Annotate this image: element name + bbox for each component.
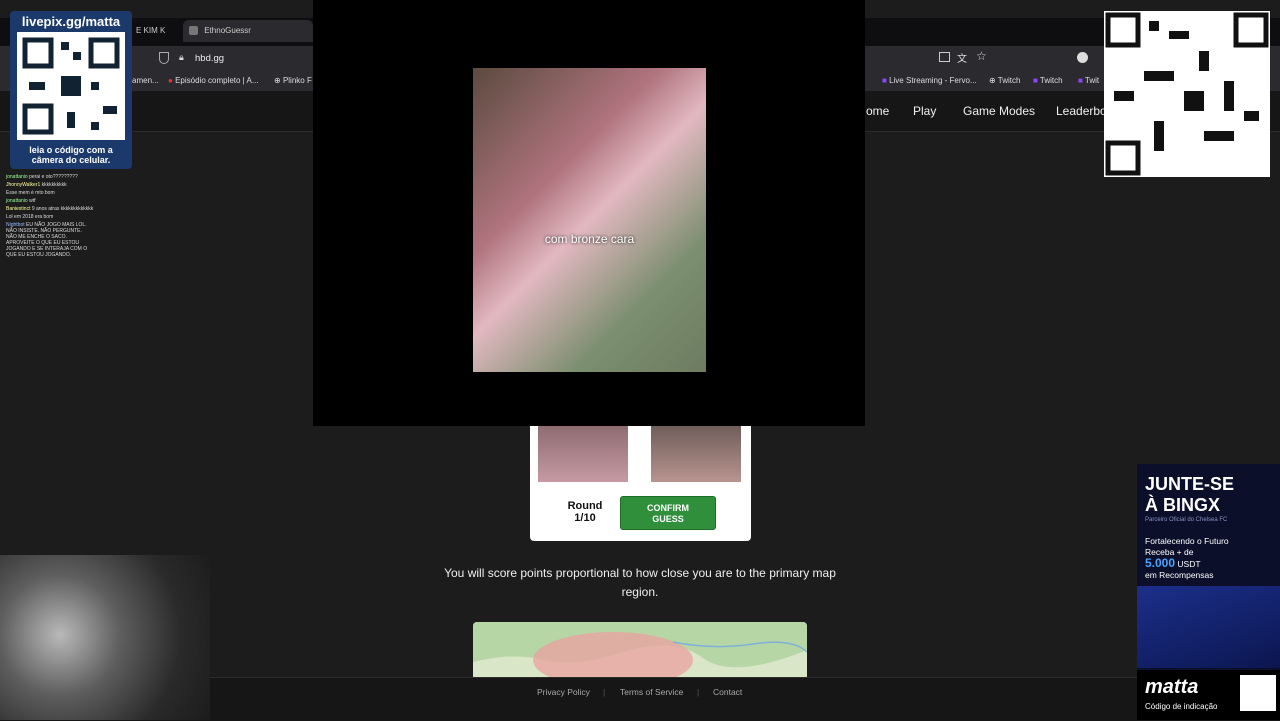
chat-message: Esse mem é mto bom bbox=[6, 190, 55, 196]
confirm-label-line2: GUESS bbox=[652, 514, 684, 524]
tab-title: EthnoGuessr bbox=[204, 26, 251, 35]
bookmark-item[interactable]: ■ Twitch bbox=[1033, 76, 1063, 85]
chat-message: jonattanio wtf bbox=[6, 198, 36, 204]
chat-message: Nightbot EU NÃO JOGO MAIS LOL. NÃO INSIS… bbox=[6, 222, 88, 258]
twitch-icon: ■ bbox=[882, 76, 887, 85]
privacy-policy-link[interactable]: Privacy Policy bbox=[537, 687, 590, 697]
ad-brand-bar: matta Código de indicação bbox=[1137, 670, 1280, 720]
bookmark-item[interactable]: ⊕ Twitch bbox=[989, 76, 1020, 85]
terms-of-service-link[interactable]: Terms of Service bbox=[620, 687, 683, 697]
footer-separator: | bbox=[697, 687, 700, 697]
ad-body: Fortalecendo o Futuro Receba + de 5.000 … bbox=[1145, 536, 1229, 580]
map-graphic bbox=[473, 622, 807, 677]
matta-logo: matta bbox=[1145, 676, 1199, 698]
streamer-webcam bbox=[0, 555, 210, 720]
livepix-title: livepix.gg/matta bbox=[21, 14, 121, 29]
contact-link[interactable]: Contact bbox=[713, 687, 742, 697]
face-option-left[interactable] bbox=[538, 426, 628, 482]
round-indicator: Round 1/10 bbox=[550, 500, 620, 524]
bookmark-item[interactable]: ■ Live Streaming - Fervo... bbox=[882, 76, 977, 85]
tab-favicon-icon bbox=[189, 26, 198, 36]
bookmark-star-icon[interactable]: ☆ bbox=[976, 49, 987, 63]
address-bar-url[interactable]: hbd.gg bbox=[195, 53, 224, 64]
twitch-icon: ■ bbox=[1033, 76, 1038, 85]
chat-message: Baniestinct 9 anos atras kkkkkkkkkkkkk bbox=[6, 206, 94, 212]
ad-subtitle: Parceiro Oficial do Chelsea FC bbox=[1145, 517, 1228, 523]
qr-code-icon bbox=[1104, 11, 1270, 177]
bookmark-item[interactable]: ● Episódio completo | A... bbox=[168, 76, 259, 85]
bookmark-item[interactable]: ⊕ Plinko F bbox=[274, 76, 312, 85]
lock-icon: 🔒︎ bbox=[179, 52, 184, 62]
chat-message: JhonnyWalker1 kkkkkkkkkk bbox=[6, 182, 67, 188]
browser-tab[interactable]: E KIM K ✕ bbox=[130, 20, 180, 57]
globe-icon: ⊕ bbox=[989, 76, 996, 85]
video-caption: com bronze cara bbox=[544, 232, 635, 246]
ad-headline: JUNTE-SE À BINGX bbox=[1145, 474, 1235, 515]
qr-caption: leia o código com a câmera do celular. bbox=[29, 145, 113, 165]
guess-card: Round 1/10 CONFIRM GUESS bbox=[530, 426, 751, 541]
video-frame: com bronze cara bbox=[473, 68, 706, 372]
reader-view-icon[interactable] bbox=[939, 52, 950, 62]
twitch-icon: ■ bbox=[1078, 76, 1083, 85]
qr-code-icon bbox=[1240, 675, 1276, 711]
confirm-guess-button[interactable]: CONFIRM GUESS bbox=[620, 496, 716, 530]
shield-icon[interactable] bbox=[159, 52, 169, 64]
extension-icon[interactable] bbox=[1077, 52, 1088, 63]
chat-message: jonattanio perai e oto????????? bbox=[6, 174, 78, 180]
bookmark-item[interactable]: amen... bbox=[132, 76, 159, 85]
round-label: Round bbox=[567, 500, 603, 512]
ad-players-image bbox=[1137, 586, 1280, 668]
browser-tab-active[interactable]: EthnoGuessr bbox=[183, 20, 313, 42]
youtube-icon: ● bbox=[168, 76, 173, 85]
tab-title: E KIM K bbox=[136, 26, 166, 35]
livepix-qr-panel: livepix.gg/matta leia o código com a câm… bbox=[10, 11, 132, 169]
confirm-label-line1: CONFIRM bbox=[647, 503, 689, 513]
nav-home[interactable]: ome bbox=[866, 104, 889, 118]
nav-game-modes[interactable]: Game Modes bbox=[963, 104, 1035, 118]
scoring-instructions: You will score points proportional to ho… bbox=[444, 566, 836, 599]
referral-label: Código de indicação bbox=[1145, 702, 1218, 711]
qr-code-icon bbox=[17, 32, 125, 140]
bookmark-item[interactable]: ■ Twit bbox=[1078, 76, 1099, 85]
nav-play[interactable]: Play bbox=[913, 104, 936, 118]
globe-icon: ⊕ bbox=[274, 76, 281, 85]
round-value: 1/10 bbox=[574, 512, 596, 524]
translate-icon[interactable]: 文 bbox=[957, 50, 967, 65]
footer-separator: | bbox=[603, 687, 606, 697]
chat-message: Lol em 2018 era bom bbox=[6, 214, 54, 220]
stream-chat: jonattanio perai e oto????????? JhonnyWa… bbox=[0, 172, 100, 322]
region-map[interactable] bbox=[473, 622, 807, 677]
bingx-ad[interactable]: JUNTE-SE À BINGX Parceiro Oficial do Chel… bbox=[1137, 464, 1280, 720]
face-option-right[interactable] bbox=[651, 426, 741, 482]
